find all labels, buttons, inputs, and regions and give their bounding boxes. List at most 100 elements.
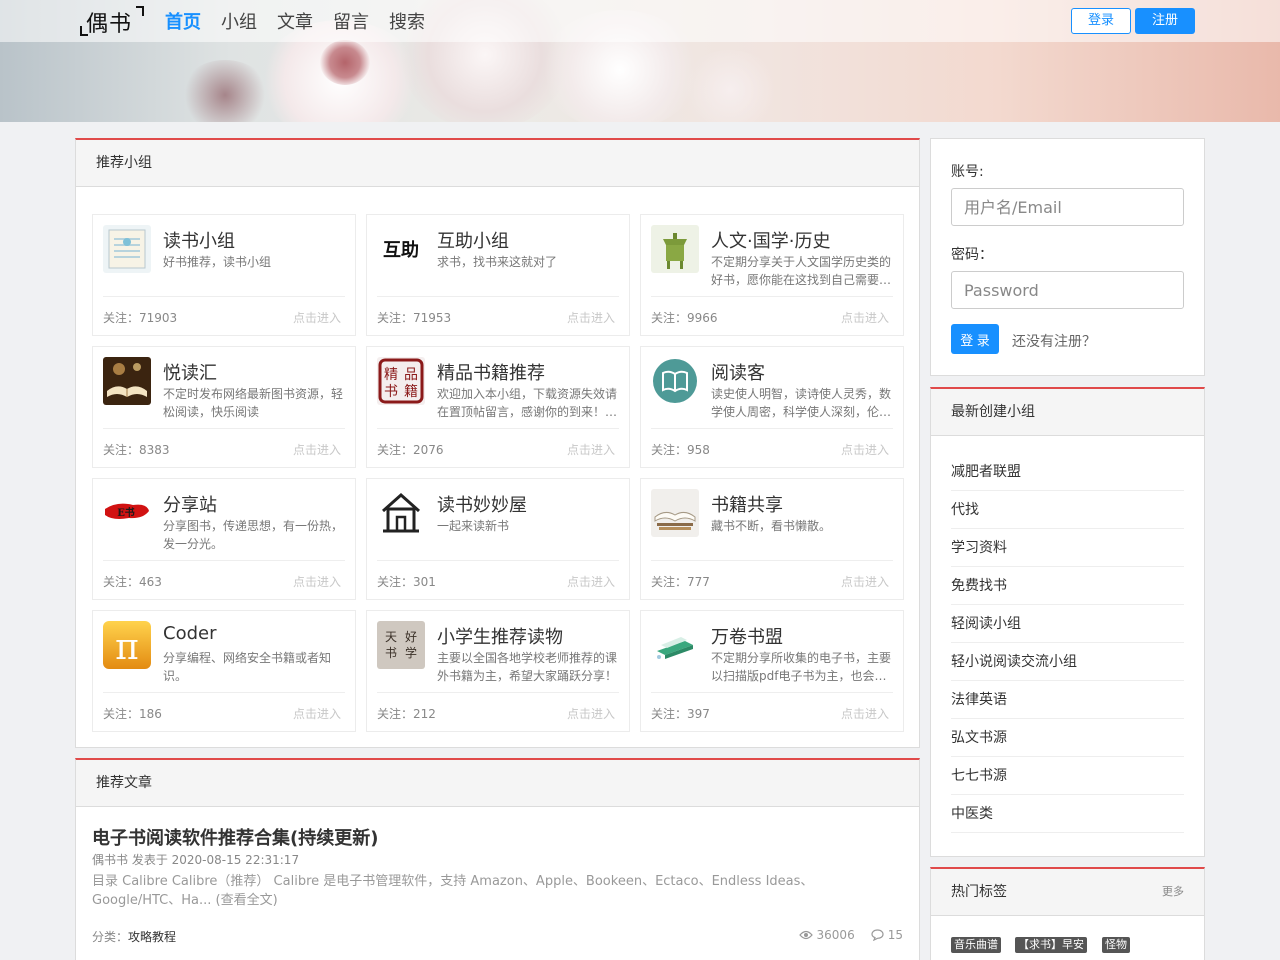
password-input[interactable] — [951, 271, 1184, 309]
new-group-item[interactable]: 七七书源 — [951, 757, 1184, 795]
enter-group-link[interactable]: 点击进入 — [841, 705, 889, 722]
article-title[interactable]: 电子书阅读软件推荐合集(持续更新) — [92, 824, 378, 850]
nav-messages[interactable]: 留言 — [333, 8, 369, 34]
group-thumbnail[interactable] — [651, 225, 699, 273]
group-card[interactable]: 精品书籍精品书籍推荐 欢迎加入本小组，下载资源失效请在置顶帖留言，感谢你的到来！…… — [366, 346, 630, 468]
tag[interactable]: 怪物 — [1102, 937, 1130, 953]
more-link[interactable]: 更多 — [1162, 869, 1184, 915]
group-thumbnail[interactable] — [377, 489, 425, 537]
new-group-item[interactable]: 轻小说阅读交流小组 — [951, 643, 1184, 681]
follower-count: 关注：71903 — [103, 311, 178, 325]
group-name[interactable]: 万卷书盟 — [711, 623, 783, 649]
tag[interactable]: 音乐曲谱 — [951, 937, 1001, 953]
group-description: 不定期分享关于人文国学历史类的好书，愿你能在这找到自己需要… — [711, 255, 892, 287]
group-thumbnail[interactable]: E书 — [103, 489, 151, 537]
group-thumbnail[interactable] — [651, 621, 699, 669]
group-card[interactable]: 天书好学小学生推荐读物 主要以全国各地学校老师推荐的课外书籍为主，希望大家踊跃分享… — [366, 610, 630, 732]
group-thumbnail[interactable] — [651, 489, 699, 537]
nav-search[interactable]: 搜索 — [389, 8, 425, 34]
follower-count: 关注：301 — [377, 575, 436, 589]
new-group-item[interactable]: 轻阅读小组 — [951, 605, 1184, 643]
divider — [103, 560, 345, 561]
divider — [377, 296, 619, 297]
group-thumbnail[interactable]: 互助 — [377, 225, 425, 273]
enter-group-link[interactable]: 点击进入 — [567, 441, 615, 458]
group-thumbnail[interactable] — [103, 357, 151, 405]
group-name[interactable]: 悦读汇 — [163, 359, 217, 385]
group-card[interactable]: E书 分享站 分享图书，传递思想，有一份热，发一分光。 关注：463 点击进入 — [92, 478, 356, 600]
new-group-item[interactable]: 减肥者联盟 — [951, 453, 1184, 491]
group-description: 藏书不断，看书懒散。 — [711, 519, 832, 533]
group-card[interactable]: 悦读汇 不定时发布网络最新图书资源，轻松阅读，快乐阅读 关注：8383 点击进入 — [92, 346, 356, 468]
header-register-button[interactable]: 注册 — [1135, 8, 1195, 34]
article-category: 分类：攻略教程 — [92, 928, 176, 945]
group-card[interactable]: π Coder 分享编程、网络安全书籍或者知识。 关注：186 点击进入 — [92, 610, 356, 732]
tag[interactable]: 【求书】早安 — [1015, 937, 1087, 953]
divider — [651, 296, 893, 297]
register-link[interactable]: 还没有注册？ — [1012, 331, 1096, 351]
group-thumbnail[interactable] — [651, 357, 699, 405]
enter-group-link[interactable]: 点击进入 — [293, 441, 341, 458]
enter-group-link[interactable]: 点击进入 — [567, 573, 615, 590]
new-group-item[interactable]: 免费找书 — [951, 567, 1184, 605]
follower-count: 关注：9966 — [651, 311, 718, 325]
new-group-item[interactable]: 中医类 — [951, 795, 1184, 833]
group-card[interactable]: 互助 互助小组 求书，找书来这就对了 关注：71953 点击进入 — [366, 214, 630, 336]
follower-count: 关注：958 — [651, 443, 710, 457]
header-banner: 偶书 首页 小组 文章 留言 搜索 登录 注册 — [0, 0, 1280, 122]
group-card[interactable]: 读书小组好书推荐，读书小组关注：71903 点击进入 — [92, 214, 356, 336]
enter-group-link[interactable]: 点击进入 — [841, 309, 889, 326]
group-card[interactable]: 书籍共享 藏书不断，看书懒散。 关注：777 点击进入 — [640, 478, 904, 600]
enter-group-link[interactable]: 点击进入 — [841, 573, 889, 590]
group-name[interactable]: 读书妙妙屋 — [437, 491, 527, 517]
group-card[interactable]: 阅读客 读史使人明智，读诗使人灵秀，数学使人周密，科学使人深刻，伦… 关注：958 点… — [640, 346, 904, 468]
login-submit-button[interactable]: 登 录 — [951, 324, 999, 354]
group-card[interactable]: 万卷书盟 不定期分享所收集的电子书，主要以扫描版pdf电子书为主，也会… 关注：39… — [640, 610, 904, 732]
group-name[interactable]: Coder — [163, 623, 216, 644]
hot-tags-title: 热门标签 — [951, 884, 1007, 900]
account-label: 账号: — [951, 164, 984, 180]
divider — [377, 560, 619, 561]
site-logo[interactable]: 偶书 — [80, 6, 144, 38]
group-thumbnail[interactable]: 天书好学 — [377, 621, 425, 669]
group-thumbnail[interactable]: π — [103, 621, 151, 669]
new-group-item[interactable]: 代找 — [951, 491, 1184, 529]
enter-group-link[interactable]: 点击进入 — [567, 309, 615, 326]
panel-title: 最新创建小组 — [931, 389, 1204, 436]
group-name[interactable]: 书籍共享 — [711, 491, 783, 517]
group-description: 读史使人明智，读诗使人灵秀，数学使人周密，科学使人深刻，伦… — [711, 387, 892, 419]
group-name[interactable]: 精品书籍推荐 — [437, 359, 545, 385]
group-name[interactable]: 小学生推荐读物 — [437, 623, 563, 649]
enter-group-link[interactable]: 点击进入 — [841, 441, 889, 458]
follower-count: 关注：2076 — [377, 443, 444, 457]
nav-groups[interactable]: 小组 — [221, 8, 257, 34]
nav-articles[interactable]: 文章 — [277, 8, 313, 34]
group-name[interactable]: 阅读客 — [711, 359, 765, 385]
article-summary[interactable]: 目录 Calibre Calibre（推荐） Calibre 是电子书管理软件，… — [92, 872, 902, 910]
group-thumbnail[interactable] — [103, 225, 151, 273]
svg-text:书: 书 — [384, 384, 398, 400]
group-description: 好书推荐，读书小组 — [163, 255, 272, 269]
new-group-item[interactable]: 法律英语 — [951, 681, 1184, 719]
group-card[interactable]: 人文·国学·历史 不定期分享关于人文国学历史类的好书，愿你能在这找到自己需要… 关注… — [640, 214, 904, 336]
group-name[interactable]: 分享站 — [163, 491, 217, 517]
group-name[interactable]: 人文·国学·历史 — [711, 227, 830, 253]
panel-title: 推荐文章 — [76, 760, 919, 807]
comment-count: 15 — [887, 928, 903, 942]
enter-group-link[interactable]: 点击进入 — [293, 705, 341, 722]
enter-group-link[interactable]: 点击进入 — [293, 573, 341, 590]
group-card[interactable]: 读书妙妙屋 一起来读新书 关注：301 点击进入 — [366, 478, 630, 600]
header-login-button[interactable]: 登录 — [1071, 8, 1131, 34]
group-thumbnail[interactable]: 精品书籍 — [377, 357, 425, 405]
new-group-item[interactable]: 弘文书源 — [951, 719, 1184, 757]
enter-group-link[interactable]: 点击进入 — [567, 705, 615, 722]
nav-home[interactable]: 首页 — [165, 8, 201, 34]
new-group-item[interactable]: 学习资料 — [951, 529, 1184, 567]
group-name[interactable]: 互助小组 — [437, 227, 509, 253]
enter-group-link[interactable]: 点击进入 — [293, 309, 341, 326]
group-name[interactable]: 读书小组 — [163, 227, 235, 253]
category-link[interactable]: 攻略教程 — [128, 930, 176, 944]
account-input[interactable] — [951, 188, 1184, 226]
svg-text:E书: E书 — [117, 506, 135, 519]
follower-count: 关注：186 — [103, 707, 162, 721]
